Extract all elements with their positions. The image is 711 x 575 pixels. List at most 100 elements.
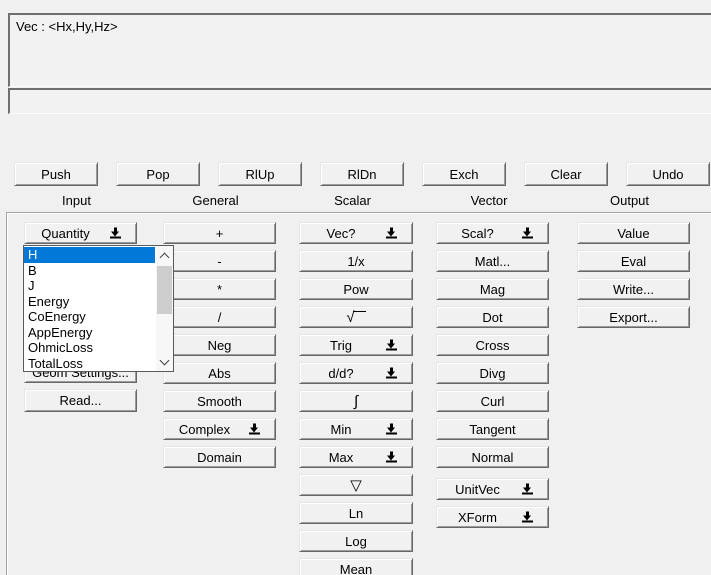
button-label: Undo	[652, 167, 683, 182]
button-label: Pow	[343, 282, 368, 297]
button-label: UnitVec	[455, 482, 500, 497]
unitvec-dropdown-button[interactable]: UnitVec	[436, 478, 549, 500]
reciprocal-button[interactable]: 1/x	[299, 250, 413, 272]
rlup-button[interactable]: RlUp	[218, 162, 302, 186]
button-label: Curl	[481, 394, 505, 409]
smooth-button[interactable]: Smooth	[163, 390, 276, 412]
scroll-down-button[interactable]	[156, 353, 173, 370]
dropdown-option[interactable]: OhmicLoss	[24, 340, 155, 356]
abs-button[interactable]: Abs	[163, 362, 276, 384]
button-label: /	[218, 310, 222, 325]
scroll-up-button[interactable]	[156, 247, 173, 264]
dropdown-scrollbar[interactable]	[156, 246, 173, 371]
button-label: Value	[617, 226, 649, 241]
value-button[interactable]: Value	[577, 222, 690, 244]
stack-display[interactable]: Vec : <Hx,Hy,Hz>	[8, 13, 711, 87]
integral-button[interactable]: ∫	[299, 390, 413, 412]
derivative-dropdown-button[interactable]: d/d?	[299, 362, 413, 384]
nabla-button[interactable]: ▽	[299, 474, 413, 496]
stack-entry[interactable]: Vec : <Hx,Hy,Hz>	[10, 15, 711, 38]
min-dropdown-button[interactable]: Min	[299, 418, 413, 440]
read-button[interactable]: Read...	[24, 389, 137, 412]
button-label: Quantity	[41, 226, 89, 241]
domain-button[interactable]: Domain	[163, 446, 276, 468]
quantity-dropdown-list: H B J Energy CoEnergy AppEnergy OhmicLos…	[23, 245, 174, 372]
mean-button[interactable]: Mean	[299, 558, 413, 575]
eval-button[interactable]: Eval	[577, 250, 690, 272]
button-label: RlDn	[348, 167, 377, 182]
divide-button[interactable]: /	[163, 306, 276, 328]
dropdown-option[interactable]: H	[24, 247, 155, 263]
log-button[interactable]: Log	[299, 530, 413, 552]
cross-button[interactable]: Cross	[436, 334, 549, 356]
dropdown-option[interactable]: J	[24, 278, 155, 294]
dropdown-arrow-icon	[386, 424, 397, 435]
vec-question-dropdown-button[interactable]: Vec?	[299, 222, 413, 244]
button-label: Smooth	[197, 394, 242, 409]
max-dropdown-button[interactable]: Max	[299, 446, 413, 468]
divg-button[interactable]: Divg	[436, 362, 549, 384]
button-label: Mag	[480, 282, 505, 297]
pop-button[interactable]: Pop	[116, 162, 200, 186]
button-label: XForm	[458, 510, 497, 525]
mag-button[interactable]: Mag	[436, 278, 549, 300]
export-button[interactable]: Export...	[577, 306, 690, 328]
neg-button[interactable]: Neg	[163, 334, 276, 356]
minus-button[interactable]: -	[163, 250, 276, 272]
dropdown-option[interactable]: AppEnergy	[24, 325, 155, 341]
button-label: Complex	[179, 422, 230, 437]
section-label-input: Input	[20, 193, 133, 208]
tangent-button[interactable]: Tangent	[436, 418, 549, 440]
plus-button[interactable]: +	[163, 222, 276, 244]
scal-question-dropdown-button[interactable]: Scal?	[436, 222, 549, 244]
button-label: Neg	[208, 338, 232, 353]
button-label: Tangent	[469, 422, 515, 437]
xform-dropdown-button[interactable]: XForm	[436, 506, 549, 528]
button-label: Min	[331, 422, 352, 437]
dropdown-option[interactable]: CoEnergy	[24, 309, 155, 325]
sqrt-button[interactable]: √	[299, 306, 413, 328]
complex-dropdown-button[interactable]: Complex	[163, 418, 276, 440]
section-label-output: Output	[573, 193, 686, 208]
ln-button[interactable]: Ln	[299, 502, 413, 524]
section-label-general: General	[159, 193, 272, 208]
button-label: ▽	[350, 476, 362, 494]
section-label-vector: Vector	[432, 193, 546, 208]
chevron-down-icon	[160, 355, 170, 365]
dropdown-option[interactable]: B	[24, 263, 155, 279]
chevron-up-icon	[160, 252, 170, 262]
write-button[interactable]: Write...	[577, 278, 690, 300]
button-label: Abs	[208, 366, 230, 381]
button-label: RlUp	[246, 167, 275, 182]
sqrt-vinculum	[353, 311, 366, 312]
dot-button[interactable]: Dot	[436, 306, 549, 328]
dropdown-arrow-icon	[386, 368, 397, 379]
exch-button[interactable]: Exch	[422, 162, 506, 186]
button-label: Divg	[479, 366, 505, 381]
button-label: Exch	[450, 167, 479, 182]
button-label: 1/x	[347, 254, 364, 269]
multiply-button[interactable]: *	[163, 278, 276, 300]
quantity-dropdown-button[interactable]: Quantity	[24, 222, 137, 244]
curl-button[interactable]: Curl	[436, 390, 549, 412]
clear-button[interactable]: Clear	[524, 162, 608, 186]
dropdown-arrow-icon	[522, 484, 533, 495]
dropdown-arrow-icon	[522, 512, 533, 523]
normal-button[interactable]: Normal	[436, 446, 549, 468]
scrollbar-thumb[interactable]	[157, 266, 172, 314]
rldn-button[interactable]: RlDn	[320, 162, 404, 186]
pow-button[interactable]: Pow	[299, 278, 413, 300]
button-label: Log	[345, 534, 367, 549]
undo-button[interactable]: Undo	[626, 162, 710, 186]
button-label: Scal?	[461, 226, 494, 241]
button-label: Pop	[146, 167, 169, 182]
dropdown-option[interactable]: TotalLoss	[24, 356, 155, 372]
push-button[interactable]: Push	[14, 162, 98, 186]
dropdown-arrow-icon	[110, 228, 121, 239]
matl-button[interactable]: Matl...	[436, 250, 549, 272]
button-label: *	[217, 282, 222, 297]
dropdown-option[interactable]: Energy	[24, 294, 155, 310]
button-label: Domain	[197, 450, 242, 465]
trig-dropdown-button[interactable]: Trig	[299, 334, 413, 356]
button-label: d/d?	[328, 366, 353, 381]
